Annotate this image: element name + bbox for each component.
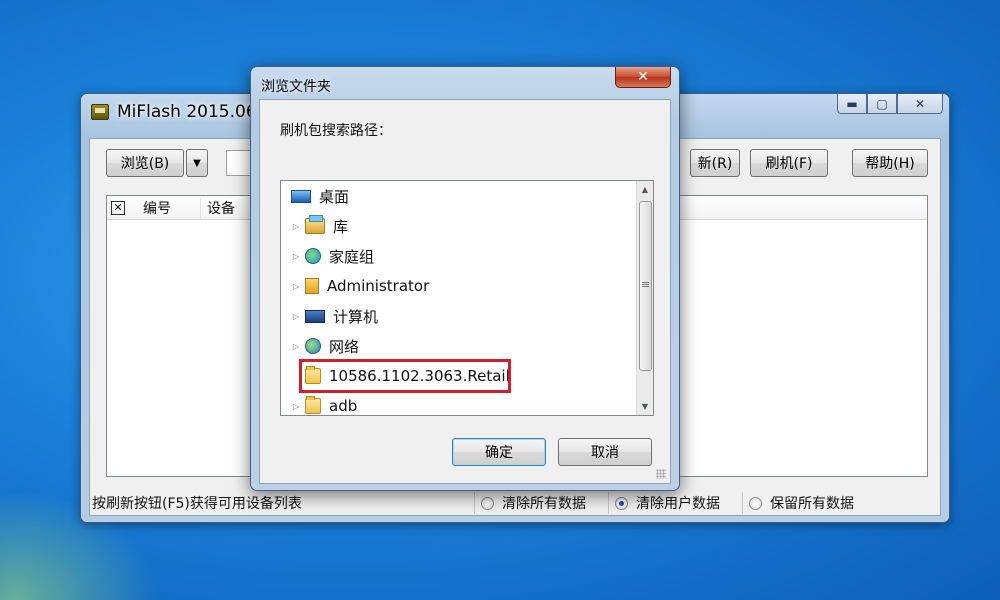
tree-item-desktop[interactable]: 桌面 bbox=[291, 183, 349, 209]
user-folder-icon bbox=[305, 278, 319, 294]
status-text: 按刷新按钮(F5)获得可用设备列表 bbox=[92, 496, 302, 512]
expand-arrow-icon[interactable]: ▷ bbox=[291, 402, 301, 411]
computer-icon bbox=[305, 309, 325, 323]
network-icon bbox=[305, 338, 321, 354]
select-all-checkbox[interactable]: ✕ bbox=[111, 200, 125, 215]
column-header-number[interactable]: 编号 bbox=[137, 197, 201, 218]
radio-clear-all[interactable] bbox=[481, 496, 494, 510]
scroll-down-icon[interactable]: ▼ bbox=[637, 398, 653, 415]
tree-scrollbar[interactable]: ▲ ▼ bbox=[636, 181, 653, 415]
expand-arrow-icon[interactable]: ▷ bbox=[291, 312, 301, 321]
status-bar: 按刷新按钮(F5)获得可用设备列表 清除所有数据 清除用户数据 保留所有数据 bbox=[90, 491, 942, 515]
homegroup-icon bbox=[305, 248, 321, 264]
refresh-button[interactable]: 新(R) bbox=[690, 149, 740, 177]
resize-grip[interactable] bbox=[656, 469, 666, 479]
tree-item-library[interactable]: ▷ 库 bbox=[291, 213, 348, 239]
tree-item-adb[interactable]: ▷ adb bbox=[291, 393, 357, 419]
folder-icon bbox=[305, 396, 321, 414]
dialog-prompt: 刷机包搜索路径： bbox=[280, 123, 392, 139]
option-keep-all[interactable]: 保留所有数据 bbox=[742, 492, 854, 514]
selection-highlight-box bbox=[299, 359, 511, 393]
expand-arrow-icon[interactable]: ▷ bbox=[291, 252, 301, 261]
scroll-up-icon[interactable]: ▲ bbox=[637, 181, 653, 198]
tree-item-label: adb bbox=[329, 397, 358, 415]
tree-item-label: 库 bbox=[333, 217, 349, 236]
folder-tree[interactable]: 桌面 ▷ 库 ▷ 家庭组 ▷ Administrator ▷ 计算机 ▷ 网络 … bbox=[280, 180, 654, 416]
option-clear-all-label: 清除所有数据 bbox=[502, 496, 586, 512]
column-header-device[interactable]: 设备 bbox=[201, 198, 241, 218]
scrollbar-thumb[interactable] bbox=[639, 201, 652, 371]
minimize-button[interactable]: ▬ bbox=[837, 94, 867, 114]
window-controls: ▬ ▢ ✕ bbox=[837, 94, 943, 114]
radio-clear-user[interactable] bbox=[615, 496, 628, 510]
maximize-button[interactable]: ▢ bbox=[867, 94, 897, 114]
expand-arrow-icon[interactable]: ▷ bbox=[291, 282, 301, 291]
tree-item-label: 家庭组 bbox=[329, 247, 375, 266]
option-clear-all[interactable]: 清除所有数据 bbox=[474, 492, 586, 514]
app-icon bbox=[91, 104, 109, 120]
tree-item-computer[interactable]: ▷ 计算机 bbox=[291, 303, 378, 329]
option-keep-all-label: 保留所有数据 bbox=[770, 496, 854, 512]
dialog-client-area: 刷机包搜索路径： 桌面 ▷ 库 ▷ 家庭组 ▷ Administrator ▷ … bbox=[259, 99, 671, 484]
browse-button[interactable]: 浏览(B) bbox=[106, 149, 184, 177]
tree-item-homegroup[interactable]: ▷ 家庭组 bbox=[291, 243, 374, 269]
dialog-close-button[interactable]: ✕ bbox=[615, 67, 671, 88]
expand-arrow-icon[interactable]: ▷ bbox=[291, 342, 301, 351]
tree-item-label: Administrator bbox=[327, 277, 430, 295]
help-button[interactable]: 帮助(H) bbox=[852, 149, 928, 177]
option-clear-user[interactable]: 清除用户数据 bbox=[608, 492, 720, 514]
flash-button[interactable]: 刷机(F) bbox=[750, 149, 828, 177]
browse-dropdown-button[interactable]: ▼ bbox=[186, 149, 208, 177]
tree-item-label: 桌面 bbox=[319, 187, 350, 206]
expand-arrow-icon[interactable]: ▷ bbox=[291, 222, 301, 231]
browse-folder-dialog: 浏览文件夹 ✕ 刷机包搜索路径： 桌面 ▷ 库 ▷ 家庭组 ▷ Administ… bbox=[250, 66, 680, 491]
desktop-icon bbox=[291, 189, 311, 203]
option-clear-user-label: 清除用户数据 bbox=[636, 496, 720, 512]
tree-item-network[interactable]: ▷ 网络 bbox=[291, 333, 359, 359]
dialog-title: 浏览文件夹 bbox=[261, 79, 331, 95]
ok-button[interactable]: 确定 bbox=[452, 438, 546, 466]
cancel-button[interactable]: 取消 bbox=[558, 438, 652, 466]
radio-keep-all[interactable] bbox=[749, 496, 762, 510]
close-button[interactable]: ✕ bbox=[897, 94, 943, 114]
tree-item-label: 计算机 bbox=[333, 307, 379, 326]
tree-item-label: 网络 bbox=[329, 337, 360, 356]
library-icon bbox=[305, 215, 325, 234]
tree-item-administrator[interactable]: ▷ Administrator bbox=[291, 273, 429, 299]
